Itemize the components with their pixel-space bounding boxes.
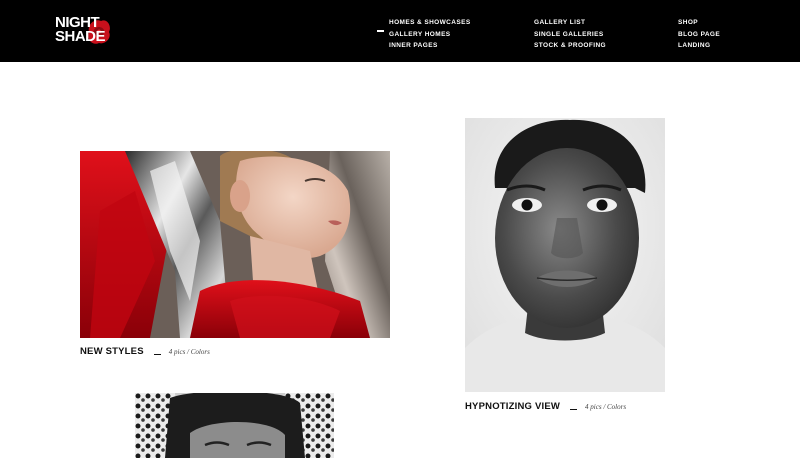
gallery-photo-image <box>80 151 390 338</box>
gallery-meta: 4 pics / Colors <box>168 348 210 356</box>
site-header: NIGHT SHADE HOMES & SHOWCASES GALLERY HO… <box>0 0 800 62</box>
nav-column-2: GALLERY LIST SINGLE GALLERIES STOCK & PR… <box>534 17 606 52</box>
nav-item-homes-showcases[interactable]: HOMES & SHOWCASES <box>389 17 471 29</box>
gallery-caption: HYPNOTIZING VIEW 4 pics / Colors <box>465 401 626 412</box>
black-and-white-patterned-headwrap-photo[interactable] <box>135 393 334 458</box>
nav-item-stock-proofing[interactable]: STOCK & PROOFING <box>534 40 606 52</box>
nav-item-gallery-list[interactable]: GALLERY LIST <box>534 17 606 29</box>
gallery-title[interactable]: NEW STYLES <box>80 346 144 357</box>
gallery-photo-image <box>465 118 665 392</box>
nav-item-inner-pages[interactable]: INNER PAGES <box>389 40 471 52</box>
nav-item-shop[interactable]: SHOP <box>678 17 720 29</box>
nav-active-indicator <box>377 30 384 32</box>
brand-line-2: SHADE <box>55 28 106 45</box>
nav-item-single-galleries[interactable]: SINGLE GALLERIES <box>534 29 606 41</box>
black-and-white-portrait-photo[interactable] <box>465 118 665 392</box>
caption-dash <box>153 353 161 355</box>
nav-column-3: SHOP BLOG PAGE LANDING <box>678 17 720 52</box>
brand-wordmark: NIGHT SHADE <box>55 15 106 45</box>
woman-in-red-and-silver-foil-photo[interactable] <box>80 151 390 338</box>
caption-dash <box>570 408 578 410</box>
nav-item-gallery-homes[interactable]: GALLERY HOMES <box>389 29 471 41</box>
nav-item-blog-page[interactable]: BLOG PAGE <box>678 29 720 41</box>
nav-column-1: HOMES & SHOWCASES GALLERY HOMES INNER PA… <box>389 17 471 52</box>
gallery-photo-image <box>135 393 334 458</box>
site-logo[interactable]: NIGHT SHADE <box>55 15 115 48</box>
gallery-caption: NEW STYLES 4 pics / Colors <box>80 346 210 357</box>
nav-item-landing[interactable]: LANDING <box>678 40 720 52</box>
gallery-meta: 4 pics / Colors <box>585 403 627 411</box>
gallery-title[interactable]: HYPNOTIZING VIEW <box>465 401 560 412</box>
